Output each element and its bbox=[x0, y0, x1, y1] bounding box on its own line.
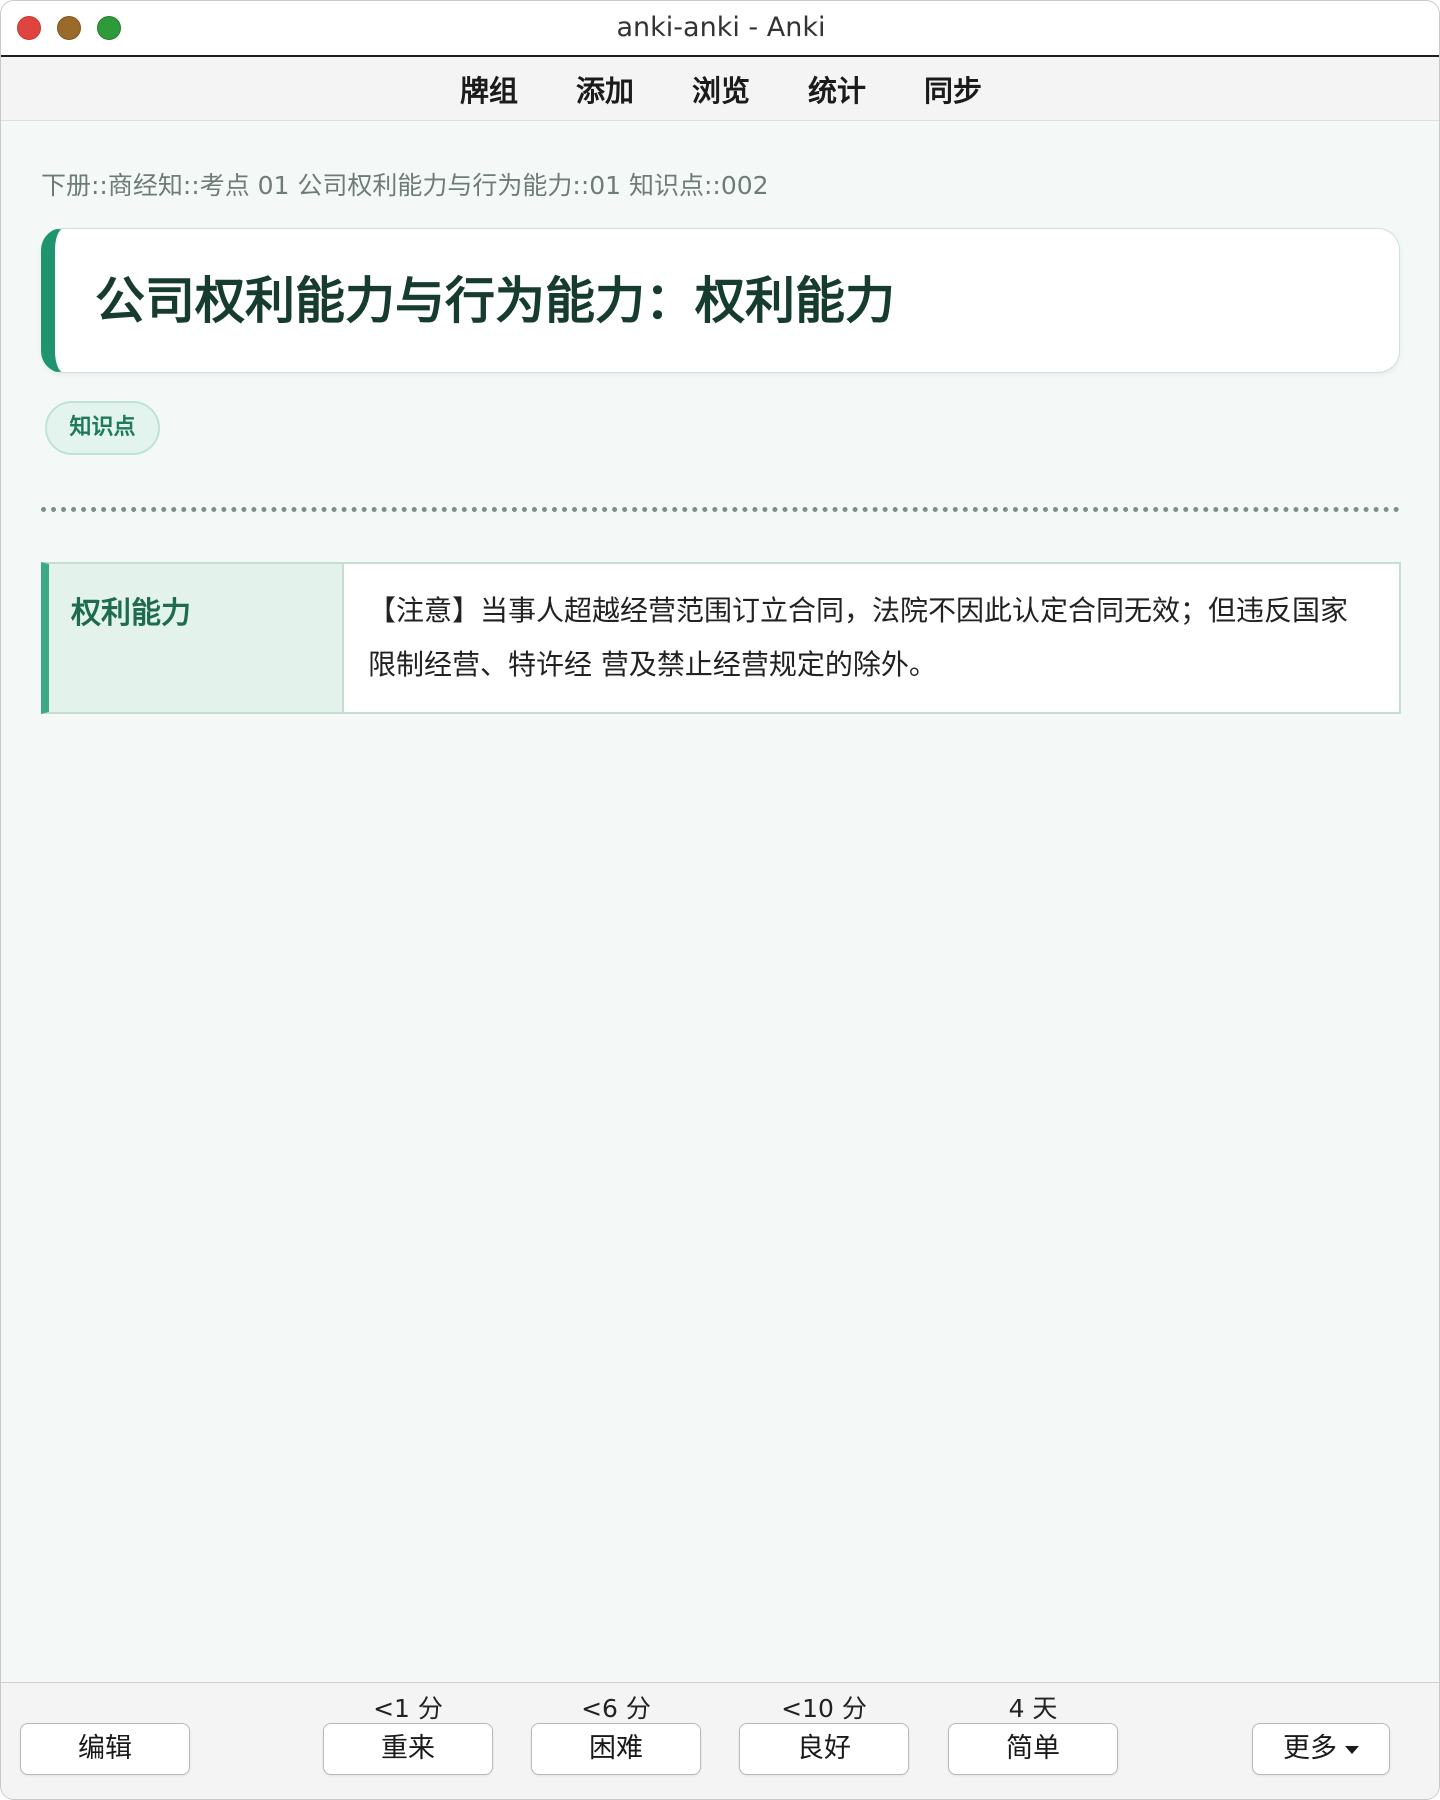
card-title: 公司权利能力与行为能力：权利能力 bbox=[95, 272, 895, 330]
again-interval: <1 分 bbox=[373, 1694, 443, 1723]
card-title-box: 公司权利能力与行为能力：权利能力 bbox=[41, 228, 1400, 373]
easy-interval: 4 天 bbox=[1008, 1694, 1058, 1723]
menu-browse[interactable]: 浏览 bbox=[692, 68, 750, 110]
field-label: 权利能力 bbox=[49, 564, 344, 712]
menu-sync[interactable]: 同步 bbox=[924, 68, 982, 110]
menu-decks[interactable]: 牌组 bbox=[460, 68, 518, 110]
menu-stats[interactable]: 统计 bbox=[808, 68, 866, 110]
menu-add[interactable]: 添加 bbox=[576, 68, 634, 110]
again-button[interactable]: 重来 bbox=[323, 1723, 493, 1775]
good-button[interactable]: 良好 bbox=[739, 1723, 909, 1775]
anki-window: anki-anki - Anki 牌组 添加 浏览 统计 同步 下册::商经知:… bbox=[0, 0, 1440, 1800]
window-title: anki-anki - Anki bbox=[616, 12, 826, 43]
chevron-down-icon bbox=[1345, 1745, 1359, 1754]
answer-bar: 编辑 <1 分 重来 <6 分 困难 <10 分 良好 4 天 简单 更多 bbox=[1, 1682, 1439, 1799]
hard-interval: <6 分 bbox=[581, 1694, 651, 1723]
good-interval: <10 分 bbox=[781, 1694, 867, 1723]
card-content: 下册::商经知::考点 01 公司权利能力与行为能力::01 知识点::002 … bbox=[1, 122, 1439, 1682]
more-button-label: 更多 bbox=[1283, 1733, 1337, 1764]
field-value: 【注意】当事人超越经营范围订立合同，法院不因此认定合同无效；但违反国家限制经营、… bbox=[368, 594, 1349, 681]
easy-button[interactable]: 简单 bbox=[948, 1723, 1118, 1775]
more-button[interactable]: 更多 bbox=[1252, 1723, 1390, 1775]
main-toolbar: 牌组 添加 浏览 统计 同步 bbox=[1, 57, 1439, 121]
edit-button[interactable]: 编辑 bbox=[20, 1723, 190, 1775]
hard-button[interactable]: 困难 bbox=[531, 1723, 701, 1775]
title-bar: anki-anki - Anki bbox=[1, 1, 1439, 57]
field-table: 权利能力 【注意】当事人超越经营范围订立合同，法院不因此认定合同无效；但违反国家… bbox=[41, 562, 1401, 714]
dotted-divider bbox=[41, 507, 1400, 512]
tag-badge: 知识点 bbox=[45, 401, 160, 455]
deck-path: 下册::商经知::考点 01 公司权利能力与行为能力::01 知识点::002 bbox=[41, 171, 769, 200]
